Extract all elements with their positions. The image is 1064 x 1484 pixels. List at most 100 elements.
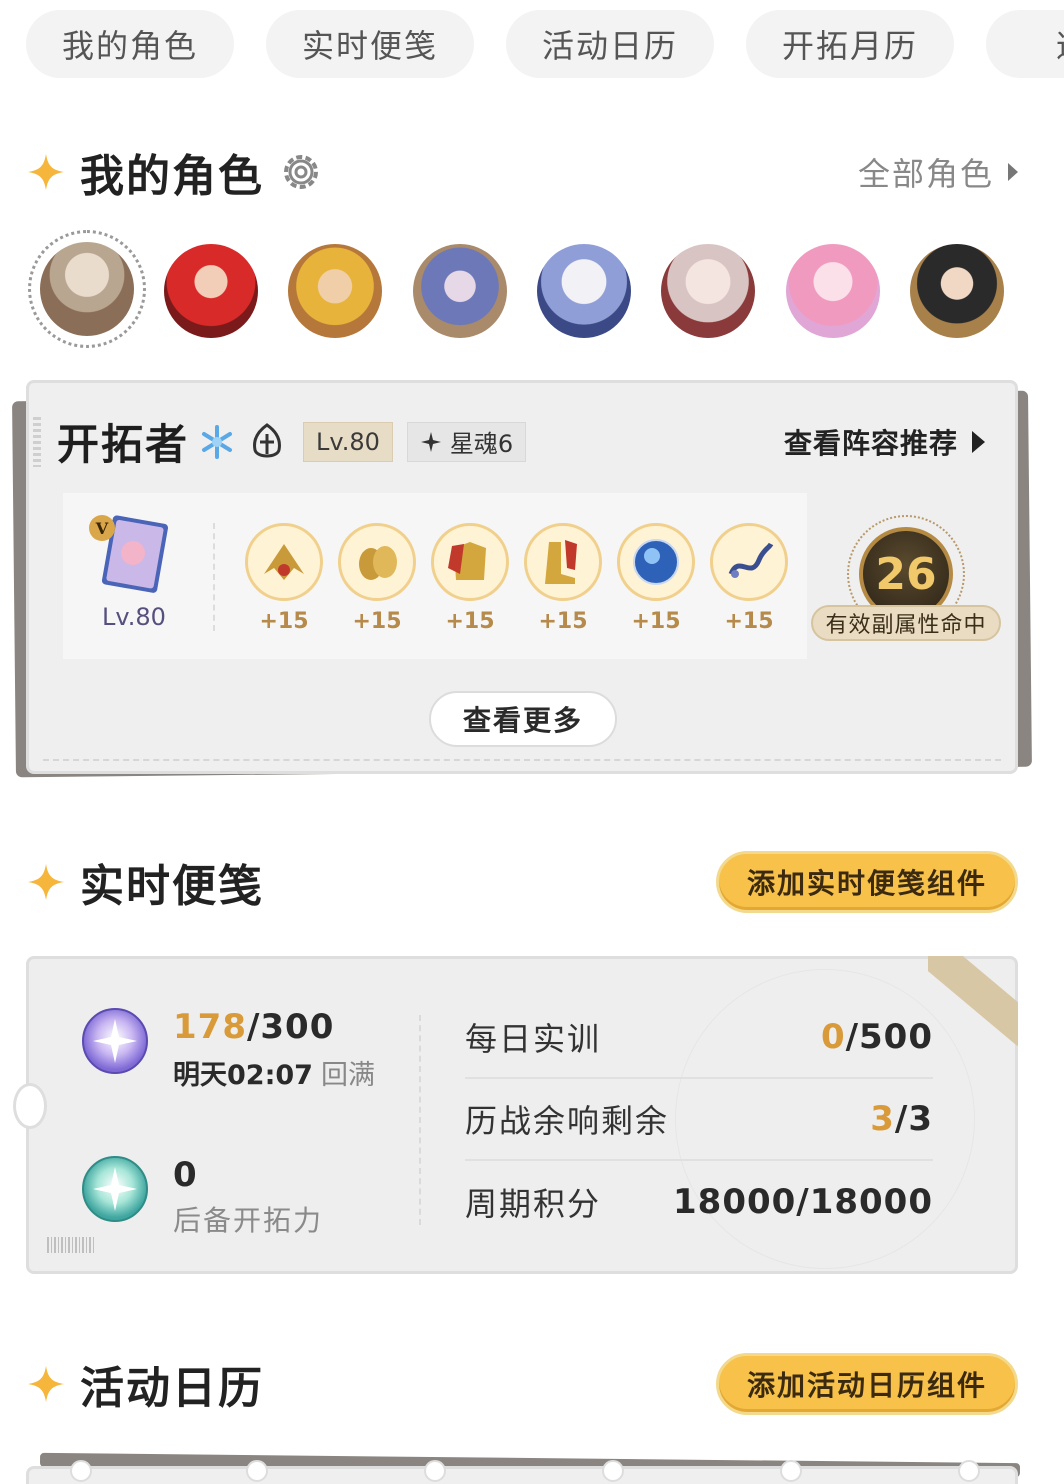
stat-value: 18000/18000 [673, 1182, 933, 1222]
real-time-notes-card: 178/300 明天02:07 回满 0 后备开拓力 每日实训 0/500 历战余… [13, 956, 1018, 1274]
calendar-card [26, 1466, 1018, 1484]
ice-element-icon [202, 424, 233, 459]
stat-value-max: /3 [894, 1099, 933, 1139]
path-preservation-icon [253, 422, 281, 457]
tab-event-calendar[interactable]: 活动日历 [506, 10, 714, 78]
level-tag: Lv.80 [303, 421, 393, 462]
trailblaze-power: 178/300 明天02:07 回满 [81, 1007, 375, 1092]
reserved-power-icon [82, 1156, 148, 1222]
stat-name: 周期积分 [465, 1185, 602, 1223]
tab-trailblaze-calendar[interactable]: 开拓月历 [746, 10, 954, 78]
view-more-button[interactable]: 查看更多 [429, 691, 617, 747]
relic-slot[interactable]: +15 [338, 523, 416, 634]
relic-level: +15 [259, 609, 309, 634]
reserved-power-value: 0 [173, 1155, 198, 1195]
section-title: 活动日历 [80, 1363, 264, 1414]
refill-time: 明天02:07 [173, 1060, 313, 1091]
section-title: 实时便笺 [80, 861, 264, 912]
relic-gloves-icon [338, 523, 416, 601]
calendar-header: 活动日历 添加活动日历组件 [26, 1352, 1018, 1416]
stat-row: 周期积分 18000/18000 [465, 1161, 933, 1243]
calendar-dot [780, 1460, 802, 1482]
reserved-power: 0 后备开拓力 [81, 1155, 323, 1239]
card-side-decoration [33, 417, 41, 467]
relic-slot[interactable]: +15 [710, 523, 788, 634]
all-characters-label: 全部角色 [857, 155, 994, 193]
triangle-right-icon [972, 430, 985, 453]
view-lineup-link[interactable]: 查看阵容推荐 [784, 422, 985, 462]
avatar[interactable] [413, 244, 507, 338]
all-characters-link[interactable]: 全部角色 [858, 149, 1018, 195]
calendar-dot [70, 1460, 92, 1482]
eidolon-icon [420, 431, 441, 452]
relic-level: +15 [445, 609, 495, 634]
power-max: /300 [246, 1007, 335, 1047]
avatar[interactable] [537, 244, 631, 338]
avatar[interactable] [786, 244, 880, 338]
avatar[interactable] [40, 242, 134, 336]
equipment-panel: V Lv.80 +15 +15 +15 +15 +15 +15 [63, 493, 807, 659]
stats-list: 每日实训 0/500 历战余响剩余 3/3 周期积分 18000/18000 [465, 997, 933, 1243]
character-detail-card: 开拓者 Lv.80 星魂6 查看阵容推荐 V Lv.80 +15 +15 +15… [26, 380, 1018, 774]
lightcone-superimpose-badge: V [89, 515, 115, 541]
eidolon-tag: 星魂6 [406, 421, 527, 462]
avatar[interactable] [164, 244, 258, 338]
tab-more[interactable]: 逐光 [986, 10, 1064, 78]
character-header: 开拓者 Lv.80 星魂6 查看阵容推荐 [57, 411, 985, 472]
card-notch [13, 1083, 47, 1129]
reserved-power-text: 0 后备开拓力 [173, 1155, 323, 1239]
relic-hands-icon [245, 523, 323, 601]
relic-slot[interactable]: +15 [524, 523, 602, 634]
lightcone-level: Lv.80 [102, 603, 166, 631]
trailblaze-power-text: 178/300 明天02:07 回满 [173, 1007, 375, 1092]
barcode-decoration [47, 1237, 95, 1253]
corner-ribbon [928, 956, 1018, 1046]
calendar-dot [602, 1460, 624, 1482]
power-current: 178 [173, 1007, 247, 1047]
stat-name: 每日实训 [465, 1020, 602, 1058]
relic-feet-icon [524, 523, 602, 601]
avatar[interactable] [288, 244, 382, 338]
stat-row: 每日实训 0/500 [465, 997, 933, 1079]
refill-label: 回满 [320, 1060, 375, 1091]
relic-slot[interactable]: +15 [431, 523, 509, 634]
eidolon-label: 星魂6 [449, 430, 514, 458]
card-dash-line [43, 759, 1001, 761]
stat-value-max: 18000/18000 [673, 1182, 933, 1222]
stat-name: 历战余响剩余 [465, 1102, 670, 1140]
relic-level: +15 [724, 609, 774, 634]
trailblaze-power-value: 178/300 [173, 1007, 375, 1047]
stat-value-current: 0 [820, 1017, 846, 1057]
reserved-power-label: 后备开拓力 [173, 1204, 324, 1237]
refill-info: 明天02:07 回满 [173, 1053, 375, 1092]
relic-level: +15 [538, 609, 588, 634]
avatar[interactable] [910, 244, 1004, 338]
add-notes-widget-button[interactable]: 添加实时便笺组件 [715, 851, 1018, 913]
lightcone[interactable]: V Lv.80 [89, 515, 179, 631]
calendar-dot [246, 1460, 268, 1482]
relic-sphere-icon [617, 523, 695, 601]
stat-value-current: 3 [870, 1099, 895, 1139]
character-name: 开拓者 [57, 420, 190, 469]
tab-real-time-notes[interactable]: 实时便笺 [266, 10, 474, 78]
add-calendar-widget-button[interactable]: 添加活动日历组件 [715, 1353, 1018, 1415]
top-tab-bar: 我的角色 实时便笺 活动日历 开拓月历 逐光 [26, 10, 1064, 78]
stat-row: 历战余响剩余 3/3 [465, 1079, 933, 1161]
avatar[interactable] [661, 244, 755, 338]
stat-value: 3/3 [870, 1099, 933, 1139]
sparkle-icon [28, 864, 64, 900]
trailblaze-power-icon [82, 1008, 148, 1074]
relic-slot[interactable]: +15 [245, 523, 323, 634]
tab-my-characters[interactable]: 我的角色 [26, 10, 234, 78]
relic-rope-icon [710, 523, 788, 601]
substat-hit-label: 有效副属性命中 [811, 605, 1001, 641]
relic-slot[interactable]: +15 [617, 523, 695, 634]
character-avatar-list [28, 230, 1028, 350]
relic-level: +15 [631, 609, 681, 634]
calendar-dot [424, 1460, 446, 1482]
divider [213, 523, 215, 631]
gear-icon[interactable] [280, 151, 322, 193]
my-characters-header: 我的角色 全部角色 [26, 140, 1018, 204]
divider [419, 1015, 421, 1225]
relic-body-icon [431, 523, 509, 601]
